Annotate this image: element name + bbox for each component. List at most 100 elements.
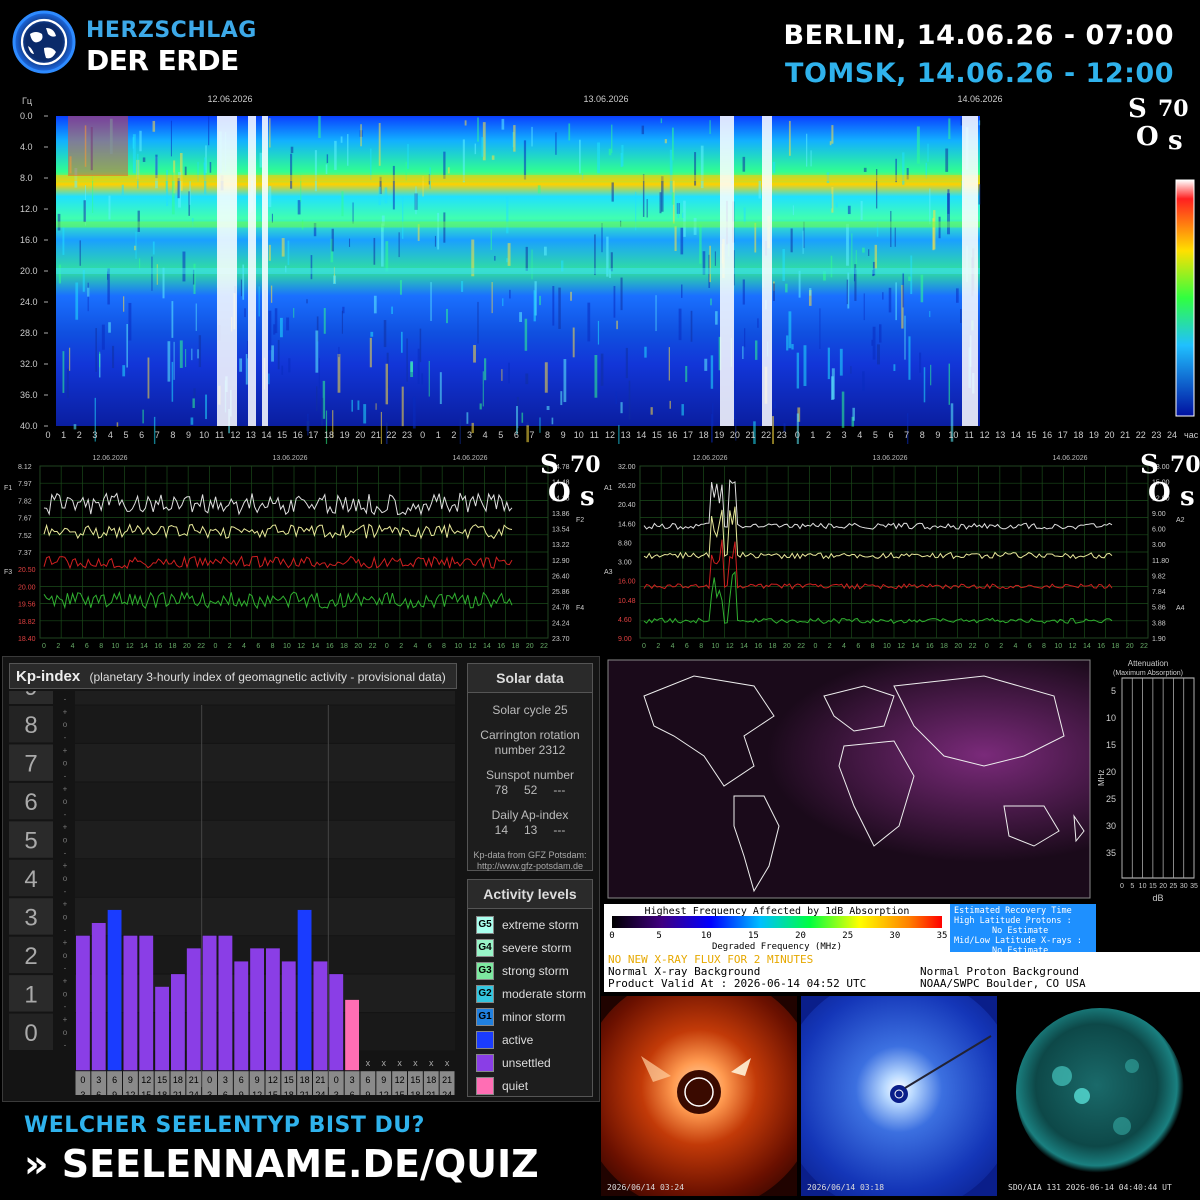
x-tick: 6 [514,430,519,440]
x-tick: 22 [197,643,205,650]
att-y-tick: 35 [1106,848,1116,858]
drap-legend: Highest Frequency Affected by 1dB Absorp… [604,904,950,952]
activity-level-label: quiet [502,1078,529,1093]
kp-level-label: 0 [24,1020,37,1047]
x-tick: 18 [324,430,334,440]
kp-subtitle: (planetary 3-hourly index of geomagnetic… [89,670,446,684]
x-tick: 23 [777,430,787,440]
brand-line1: HERZSCHLAG [86,18,257,43]
x-tick: 22 [1136,430,1146,440]
svg-text:-: - [64,964,67,973]
kp-bar [281,961,296,1071]
kp-interval-end: 12 [252,1090,262,1095]
kp-level-label: 1 [24,981,37,1008]
quiz-link[interactable]: » SEELENNAME.DE/QUIZ [24,1142,539,1186]
legend-tick: 20 [795,931,806,941]
solar-cycle: Solar cycle 25 [492,703,568,717]
svg-text:-: - [64,733,67,742]
kp-bar [250,948,264,1071]
kp-interval-end: 24 [189,1090,199,1095]
kp-bar [186,948,201,1071]
x-tick: 6 [888,430,893,440]
product-valid: Product Valid At : 2026-06-14 04:52 UTC [608,977,867,990]
svg-text:+: + [63,861,68,870]
kp-bar [171,974,185,1071]
x-tick: 22 [386,430,396,440]
left-tick: 7.82 [18,498,32,505]
x-tick: 20 [183,643,191,650]
kp-interval-start: 21 [442,1075,452,1085]
svg-text:+: + [63,823,68,832]
tomsk-time: TOMSK, 14.06.26 - 12:00 [785,58,1174,89]
activity-level-label: severe storm [502,940,572,955]
x-tick: 5 [873,430,878,440]
x-tick: 15 [652,430,662,440]
kp-index-panel: Kp-index (planetary 3-hourly index of ge… [2,656,600,1104]
activity-level-label: minor storm [502,1009,566,1024]
x-tick: 1 [61,430,66,440]
right-tick: 3.88 [1152,620,1166,627]
x-tick: 12 [605,430,615,440]
x-tick: 0 [45,430,50,440]
x-tick: 6 [685,643,689,650]
kp-interval-end: 24 [315,1090,325,1095]
kp-interval-start: 12 [395,1075,405,1085]
x-tick: 21 [371,430,381,440]
x-tick: 19 [1089,430,1099,440]
kp-interval-end: 18 [157,1090,167,1095]
right-tick: 11.80 [1152,558,1169,565]
x-tick: 20 [1105,430,1115,440]
kp-no-data: x [397,1058,402,1068]
svg-text:-: - [64,848,67,857]
series-label: F3 [4,569,12,576]
right-tick: 13.22 [552,542,570,549]
x-tick: 8 [99,643,103,650]
kp-bar [345,999,359,1071]
x-tick: 6 [428,643,432,650]
kp-interval-start: 15 [157,1075,167,1085]
ap-values: 14 13 --- [494,823,566,837]
x-tick: 14 [140,643,148,650]
x-tick: 14 [636,430,646,440]
kp-interval-end: 15 [141,1090,151,1095]
y-tick: 16.0 [20,235,38,245]
kp-interval-start: 0 [207,1075,212,1085]
kp-interval-start: 15 [410,1075,420,1085]
att-x-tick: 15 [1149,883,1157,890]
x-tick: 18 [1112,643,1120,650]
svg-text:o: o [63,989,68,998]
right-tick: 9.82 [1152,573,1166,580]
x-tick: 18 [1073,430,1083,440]
x-tick: 2 [999,643,1003,650]
right-tick: 26.40 [552,573,570,580]
y-tick: 4.0 [20,142,33,152]
x-tick: 4 [242,643,246,650]
kp-bar [218,935,233,1071]
right-tick: 23.70 [552,636,570,643]
kp-interval-end: 15 [395,1090,405,1095]
activity-level-item: G2 moderate storm [468,982,592,1005]
left-tick: 26.20 [618,483,636,490]
x-tick: 9 [561,430,566,440]
activity-level-item: G1 minor storm [468,1005,592,1028]
kp-bar [76,935,90,1071]
kp-interval-end: 24 [442,1090,452,1095]
x-tick: 11 [964,430,973,440]
x-tick: 23 [1151,430,1161,440]
series-label: F2 [576,517,584,524]
drap-panel: Attenuation (Maximum Absorption) 5 10 15 20 25… [604,656,1200,992]
solar-data-box: Solar data Solar cycle 25 Carrington rot… [467,663,593,871]
svg-text:o: o [63,1028,68,1037]
x-tick: 4 [108,430,113,440]
x-tick: 9 [186,430,191,440]
kp-bar [266,948,280,1071]
kp-interval-start: 18 [426,1075,436,1085]
svg-text:-: - [64,695,67,704]
svg-text:-: - [64,1041,67,1050]
svg-text:o: o [63,912,68,921]
x-tick: 16 [926,643,934,650]
right-tick: 25.86 [552,589,570,596]
att-x-unit: dB [1152,893,1163,903]
c3-caption: 2026/06/14 03:18 [807,1183,885,1192]
x-tick: 0 [642,643,646,650]
